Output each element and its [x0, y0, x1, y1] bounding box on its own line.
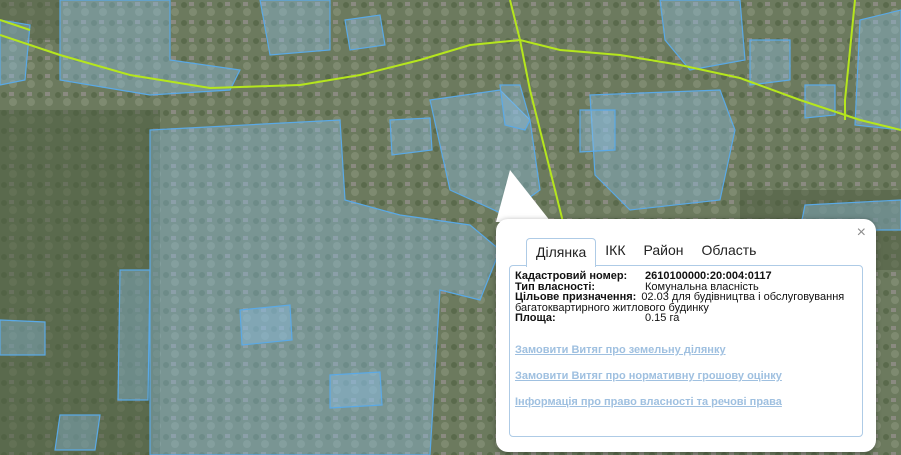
land-parcel[interactable]	[749, 39, 791, 86]
land-parcel[interactable]	[0, 19, 31, 86]
order-valuation-extract-link[interactable]: Замовити Витяг про нормативну грошову оц…	[515, 370, 782, 382]
land-parcel[interactable]	[239, 304, 293, 346]
tab-ikk[interactable]: ІКК	[596, 237, 634, 265]
land-parcel[interactable]	[804, 84, 836, 119]
land-parcel[interactable]	[389, 117, 433, 156]
land-parcel[interactable]	[344, 14, 386, 51]
tab-district[interactable]: Район	[635, 237, 693, 265]
area-row: Площа: 0.15 га	[515, 313, 860, 324]
land-parcel[interactable]	[854, 9, 901, 131]
tab-region[interactable]: Область	[693, 237, 766, 265]
ownership-rights-info-link[interactable]: Інформація про право власності та речові…	[515, 396, 782, 408]
land-parcel[interactable]	[329, 371, 383, 409]
order-parcel-extract-link[interactable]: Замовити Витяг про земельну ділянку	[515, 344, 782, 356]
cadastral-value: 2610100000:20:004:0117	[645, 270, 772, 282]
land-parcel[interactable]	[54, 414, 101, 451]
area-label: Площа:	[515, 312, 556, 324]
order-links: Замовити Витяг про земельну ділянку Замо…	[515, 344, 782, 422]
land-parcel[interactable]	[0, 319, 46, 356]
cadastral-label: Кадастровий номер:	[515, 270, 628, 282]
land-parcel[interactable]	[117, 269, 151, 401]
cadastral-row: Кадастровий номер: 2610100000:20:004:011…	[515, 271, 860, 282]
parcel-info-popup: × Ділянка ІКК Район Область Кадастровий …	[496, 219, 876, 452]
close-icon[interactable]: ×	[857, 225, 866, 241]
land-parcel[interactable]	[579, 109, 616, 153]
tab-parcel[interactable]: Ділянка	[526, 238, 597, 267]
tab-panel: Кадастровий номер: 2610100000:20:004:011…	[509, 265, 863, 437]
land-parcel[interactable]	[259, 0, 331, 56]
area-value: 0.15 га	[645, 312, 680, 324]
purpose-row: Цільове призначення: 02.03 для будівництв…	[515, 292, 860, 313]
popup-tabs: Ділянка ІКК Район Область	[526, 237, 766, 267]
parcel-info: Кадастровий номер: 2610100000:20:004:011…	[515, 271, 860, 324]
